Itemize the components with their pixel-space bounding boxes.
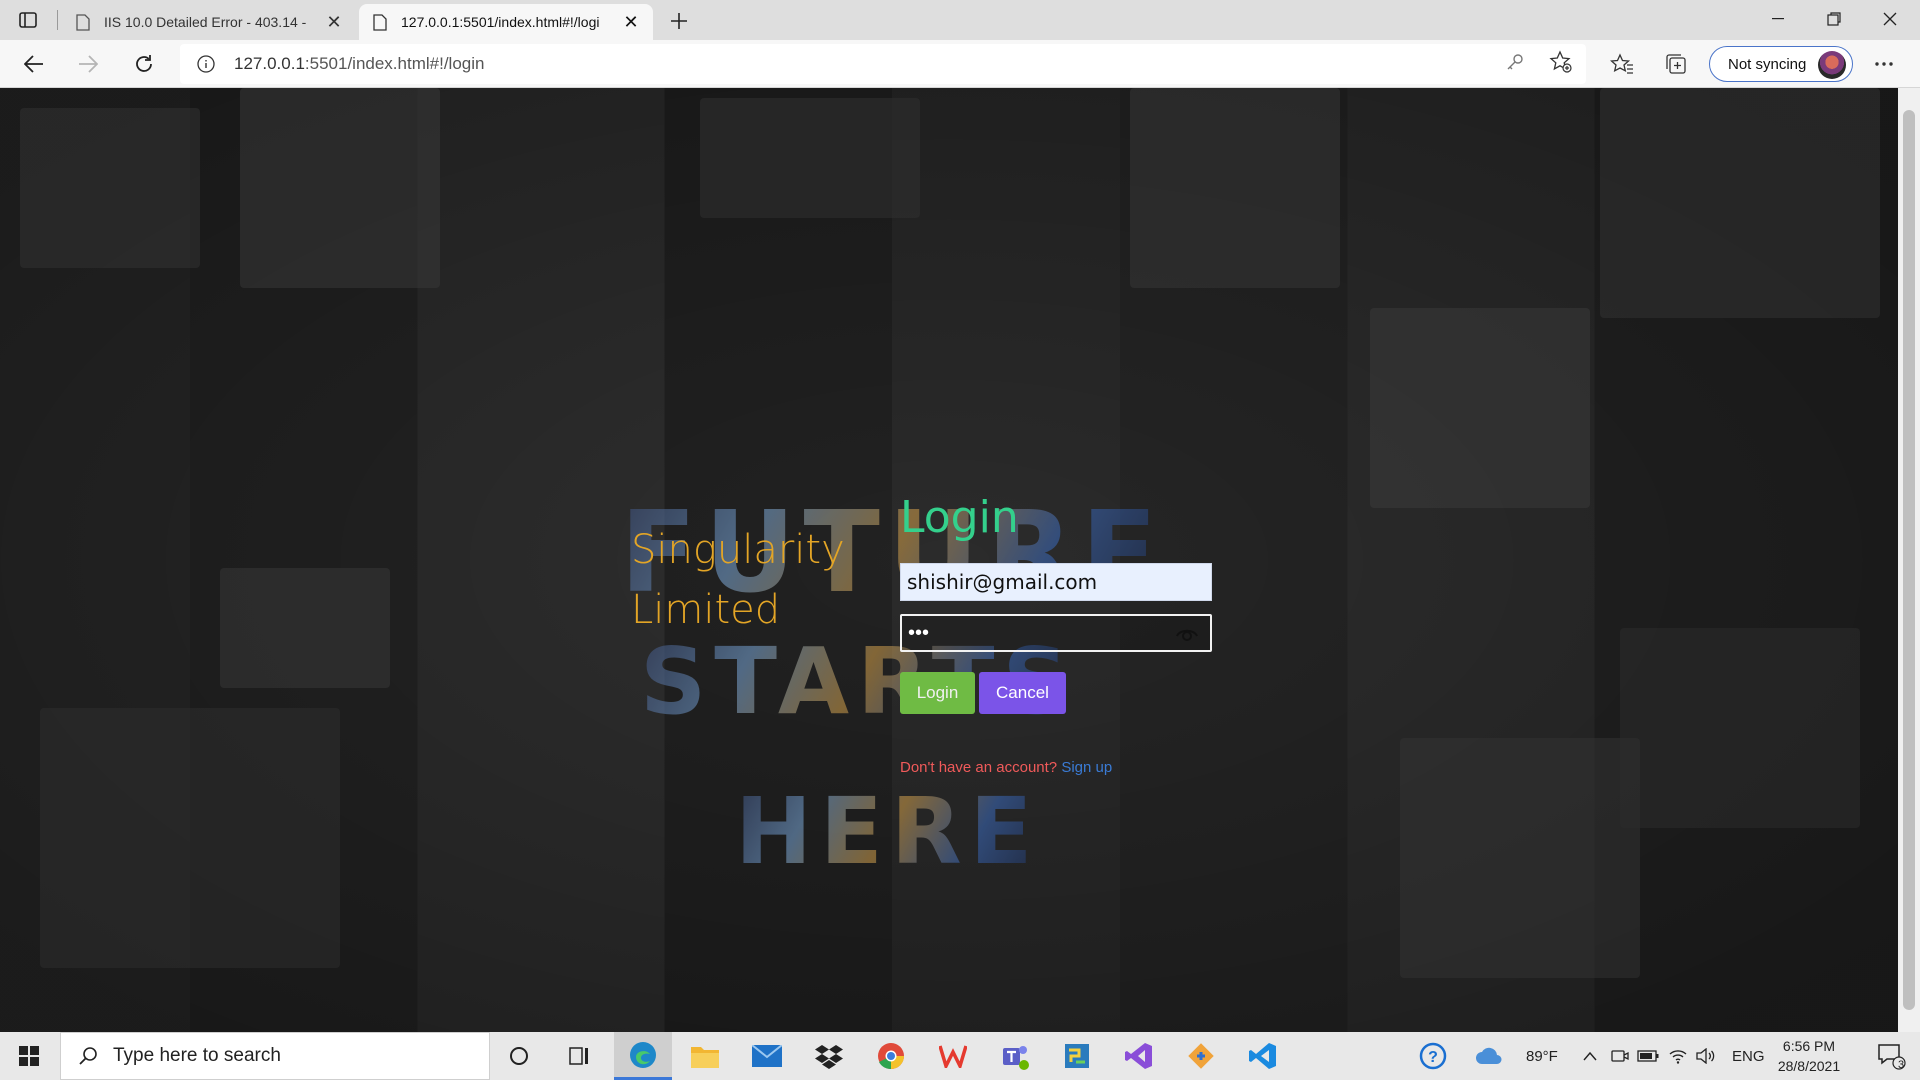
camera-icon[interactable] (1606, 1032, 1634, 1080)
login-page: FUTURE STARTS HERE (0, 88, 1898, 1032)
email-field[interactable] (900, 563, 1212, 601)
clock-time: 6:56 PM (1782, 1038, 1836, 1054)
address-bar[interactable]: 127.0.0.1:5501/index.html#!/login (180, 44, 1586, 84)
close-icon[interactable]: ✕ (324, 12, 344, 32)
tab-iis-error[interactable]: IIS 10.0 Detailed Error - 403.14 - ✕ (62, 4, 356, 40)
background-tile (220, 568, 390, 688)
eye-icon[interactable] (1174, 622, 1200, 644)
background-tile (700, 98, 920, 218)
password-field[interactable] (900, 614, 1212, 652)
url-text: 127.0.0.1:5501/index.html#!/login (234, 54, 485, 73)
battery-icon[interactable] (1634, 1032, 1662, 1080)
help-icon[interactable]: ? (1404, 1032, 1462, 1080)
background-tile (40, 708, 340, 968)
background-tile (1370, 308, 1590, 508)
svg-text:?: ? (1428, 1049, 1438, 1066)
back-button[interactable] (16, 46, 52, 82)
tab-actions-icon[interactable] (16, 8, 40, 32)
background-tile (1400, 738, 1640, 978)
scrollbar-thumb[interactable] (1903, 110, 1915, 1010)
cancel-button[interactable]: Cancel (979, 672, 1066, 714)
minimize-button[interactable] (1750, 0, 1806, 38)
vscode-icon[interactable] (1234, 1032, 1292, 1080)
page-icon (74, 13, 92, 31)
python-icon[interactable] (1048, 1032, 1106, 1080)
background-tile (240, 88, 440, 288)
dropbox-icon[interactable] (800, 1032, 858, 1080)
visual-studio-icon[interactable] (1110, 1032, 1168, 1080)
tab-separator (57, 10, 58, 30)
forward-button[interactable] (70, 46, 106, 82)
start-button[interactable] (0, 1032, 58, 1080)
add-favorite-icon[interactable] (1549, 50, 1573, 74)
tab-title: IIS 10.0 Detailed Error - 403.14 - (104, 14, 307, 30)
brand-name: Singularity Limited (631, 520, 845, 640)
volume-icon[interactable] (1692, 1032, 1720, 1080)
chevron-up-icon[interactable] (1578, 1032, 1602, 1080)
refresh-button[interactable] (126, 46, 162, 82)
login-heading: Login (900, 492, 1019, 543)
notification-center-icon[interactable]: 3 (1862, 1032, 1920, 1080)
favorites-icon[interactable] (1608, 50, 1636, 78)
tab-login-page[interactable]: 127.0.0.1:5501/index.html#!/logi ✕ (359, 4, 653, 40)
system-clock[interactable]: 6:56 PM 28/8/2021 (1764, 1036, 1854, 1076)
tab-title: 127.0.0.1:5501/index.html#!/logi (401, 14, 600, 30)
search-placeholder: Type here to search (113, 1045, 281, 1066)
restore-button[interactable] (1806, 0, 1862, 38)
key-icon[interactable] (1503, 50, 1527, 74)
weather-icon[interactable] (1470, 1032, 1506, 1080)
avatar (1818, 51, 1846, 79)
page-icon (371, 13, 389, 31)
close-window-button[interactable] (1862, 0, 1918, 38)
teams-icon[interactable] (986, 1032, 1044, 1080)
taskbar: Type here to search ? 89°F ENG 6:56 PM 2… (0, 1032, 1920, 1080)
more-menu-icon[interactable] (1870, 50, 1898, 78)
taskbar-search[interactable]: Type here to search (60, 1032, 490, 1080)
git-icon[interactable] (1172, 1032, 1230, 1080)
background-tile (20, 108, 200, 268)
signup-link[interactable]: Sign up (1061, 759, 1112, 776)
chrome-icon[interactable] (862, 1032, 920, 1080)
file-explorer-icon[interactable] (676, 1032, 734, 1080)
background-tile (1620, 628, 1860, 828)
wps-icon[interactable] (924, 1032, 982, 1080)
cortana-icon[interactable] (490, 1032, 548, 1080)
weather-temperature[interactable]: 89°F (1526, 1032, 1558, 1080)
wifi-icon[interactable] (1664, 1032, 1692, 1080)
notification-count: 3 (1898, 1059, 1905, 1071)
clock-date: 28/8/2021 (1777, 1058, 1841, 1074)
sync-button[interactable]: Not syncing (1709, 46, 1853, 82)
new-tab-button[interactable] (664, 6, 694, 36)
collections-icon[interactable] (1662, 50, 1690, 78)
sync-label: Not syncing (1728, 55, 1807, 73)
login-button[interactable]: Login (900, 672, 975, 714)
brand-line-1: Singularity (631, 527, 845, 573)
language-indicator[interactable]: ENG (1732, 1032, 1765, 1080)
background-tile (1600, 88, 1880, 318)
edge-icon[interactable] (614, 1032, 672, 1080)
browser-titlebar: IIS 10.0 Detailed Error - 403.14 - ✕ 127… (0, 0, 1920, 40)
close-icon[interactable]: ✕ (621, 12, 641, 32)
task-view-icon[interactable] (550, 1032, 608, 1080)
background-tile (1130, 88, 1340, 288)
mail-icon[interactable] (738, 1032, 796, 1080)
browser-toolbar: 127.0.0.1:5501/index.html#!/login Not sy… (0, 40, 1920, 88)
poster-word: HERE (735, 778, 1041, 885)
signup-prompt: Don't have an account? Sign up (900, 759, 1112, 776)
brand-line-2: Limited (631, 587, 781, 633)
signup-question: Don't have an account? (900, 759, 1058, 776)
info-icon[interactable] (196, 54, 216, 74)
search-icon (77, 1045, 99, 1067)
